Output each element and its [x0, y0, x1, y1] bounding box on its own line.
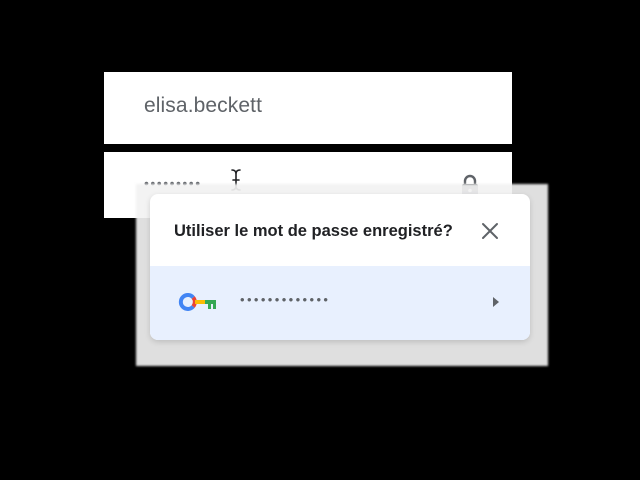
saved-password-popup: Utiliser le mot de passe enregistré? •••…: [150, 194, 530, 340]
chevron-right-icon[interactable]: [491, 295, 501, 309]
stage: elisa.beckett ••••••••• Utiliser le mot …: [0, 0, 640, 480]
username-field[interactable]: elisa.beckett: [104, 72, 512, 144]
saved-password-suggestion[interactable]: •••••••••••••: [150, 266, 530, 340]
saved-password-masked: •••••••••••••: [240, 292, 331, 307]
username-value: elisa.beckett: [144, 94, 263, 117]
close-icon[interactable]: [480, 221, 500, 241]
popup-title: Utiliser le mot de passe enregistré?: [174, 222, 453, 240]
popup-header: Utiliser le mot de passe enregistré?: [150, 194, 530, 266]
key-icon: [178, 293, 216, 311]
